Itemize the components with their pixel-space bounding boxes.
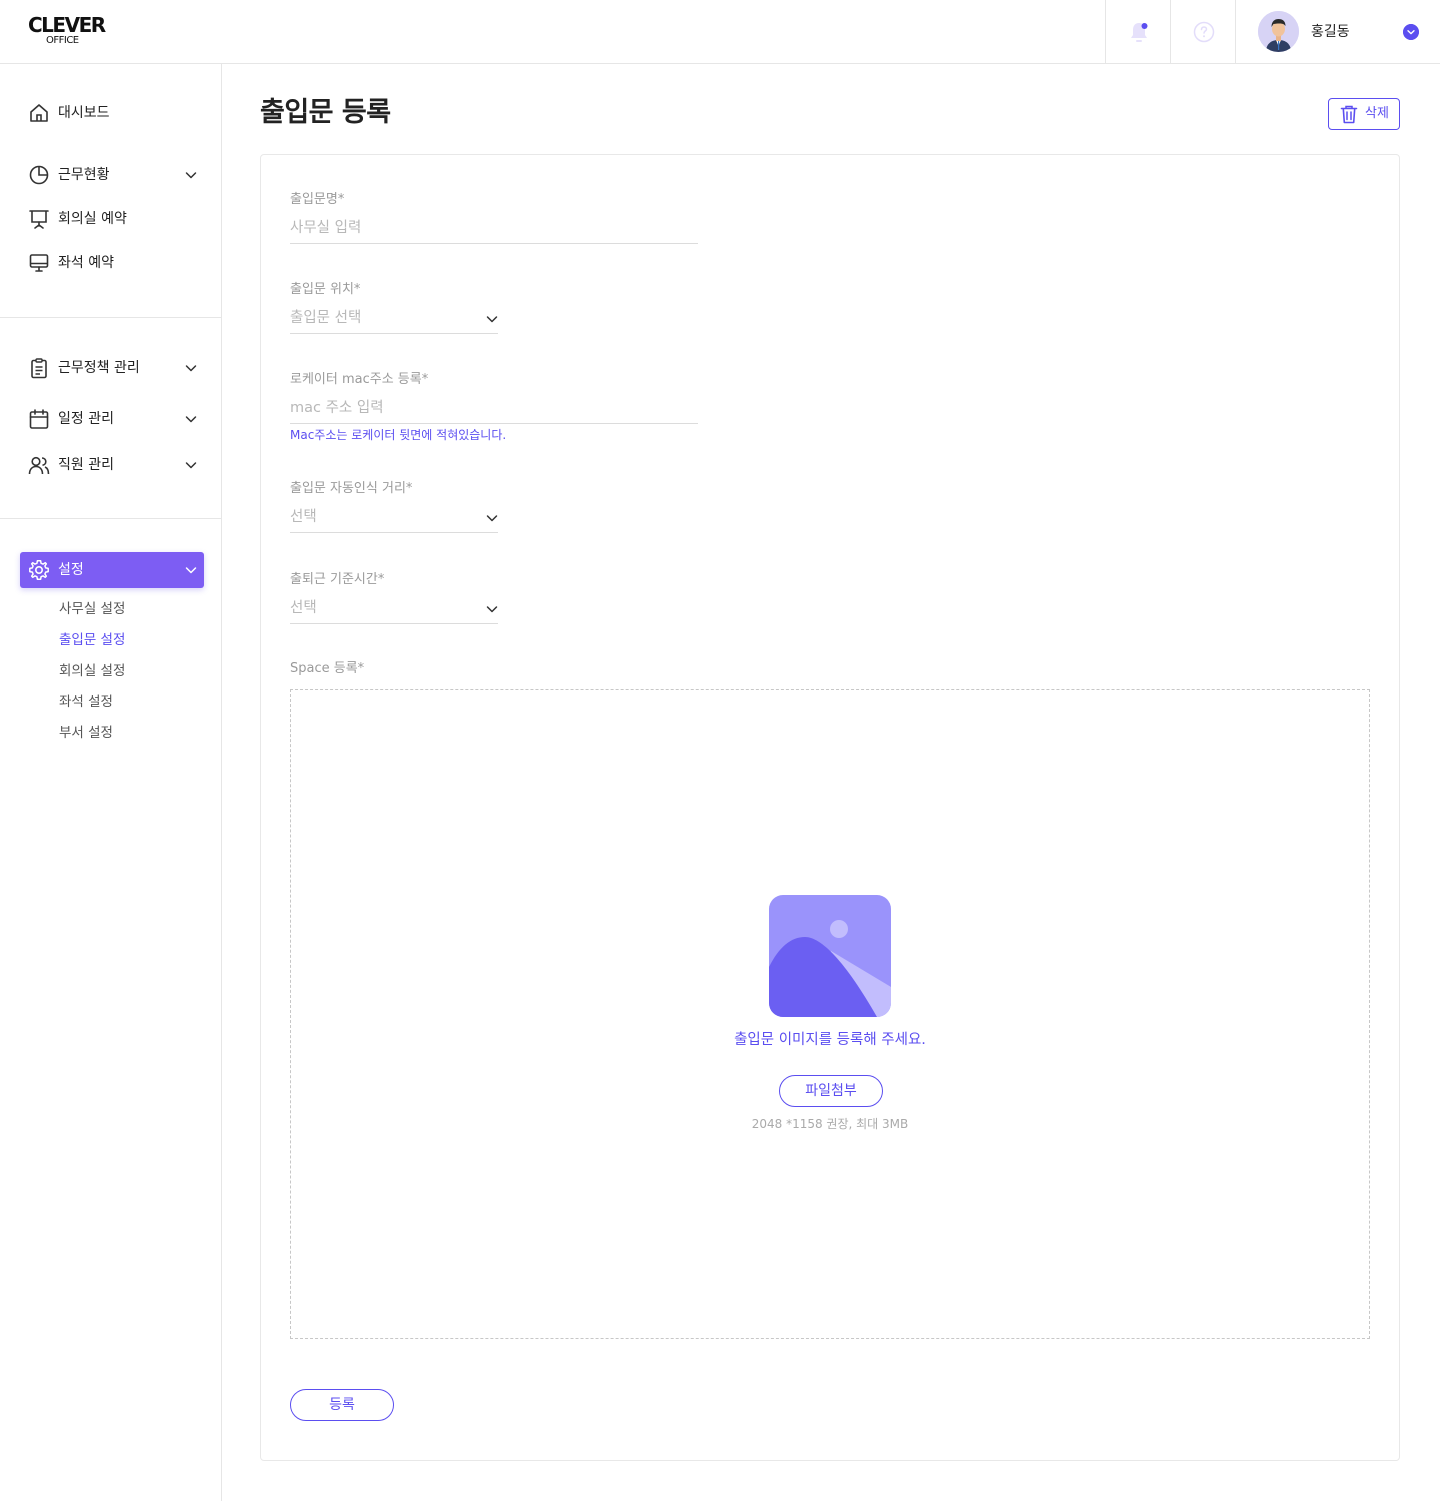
sidebar-item-meeting-room-booking[interactable]: 회의실 예약 <box>20 201 204 237</box>
user-name: 홍길동 <box>1311 24 1350 40</box>
sidebar-subitem-office-settings[interactable]: 사무실 설정 <box>59 599 125 619</box>
sidebar-subitem-seat-settings[interactable]: 좌석 설정 <box>59 692 113 712</box>
users-icon <box>28 456 50 475</box>
door-location-select[interactable]: 출입문 선택 <box>290 304 498 334</box>
chevron-down-icon <box>185 365 197 372</box>
pie-chart-icon <box>29 165 49 185</box>
sidebar-item-label: 회의실 예약 <box>58 211 127 227</box>
sidebar-item-label: 좌석 예약 <box>58 255 114 271</box>
user-menu[interactable]: 홍길동 <box>1235 0 1440 63</box>
sidebar-divider <box>0 317 221 318</box>
attach-file-button[interactable]: 파일첨부 <box>779 1075 883 1107</box>
attach-file-label: 파일첨부 <box>805 1083 857 1099</box>
door-name-input[interactable]: 사무실 입력 <box>290 214 698 244</box>
image-icon <box>769 895 891 1017</box>
door-name-placeholder: 사무실 입력 <box>290 220 362 236</box>
mac-address-placeholder: mac 주소 입력 <box>290 400 384 416</box>
sidebar-subitem-door-settings[interactable]: 출입문 설정 <box>59 630 125 650</box>
dropzone-instruction: 출입문 이미지를 등록해 주세요. <box>734 1032 926 1048</box>
sidebar-subitem-department-settings[interactable]: 부서 설정 <box>59 723 113 743</box>
sidebar-item-work-policy[interactable]: 근무정책 관리 <box>20 350 204 386</box>
space-label: Space 등록* <box>290 661 365 676</box>
sidebar-item-employees[interactable]: 직원 관리 <box>20 447 204 483</box>
sidebar-item-work-status[interactable]: 근무현황 <box>20 157 204 193</box>
trash-icon <box>1340 105 1358 124</box>
chevron-down-icon <box>185 416 197 423</box>
chevron-down-icon <box>486 316 498 323</box>
sidebar-item-label: 근무현황 <box>58 167 110 183</box>
door-name-label: 출입문명* <box>290 192 345 207</box>
chevron-down-icon <box>185 462 197 469</box>
logo-main-text: CLEVER <box>28 13 106 37</box>
logo-sub-text: OFFICE <box>46 35 79 46</box>
commute-base-time-select[interactable]: 선택 <box>290 594 498 624</box>
auto-detect-distance-label: 출입문 자동인식 거리* <box>290 481 413 496</box>
mac-address-label: 로케이터 mac주소 등록* <box>290 372 429 387</box>
avatar-person-icon <box>1258 11 1299 52</box>
chevron-down-icon[interactable] <box>1403 24 1419 40</box>
home-icon <box>30 104 48 122</box>
image-dropzone[interactable]: 출입문 이미지를 등록해 주세요. 파일첨부 2048 *1158 권장, 최대… <box>290 689 1370 1339</box>
avatar <box>1258 11 1299 52</box>
calendar-icon <box>29 409 49 429</box>
door-location-label: 출입문 위치* <box>290 282 361 297</box>
bell-icon <box>1131 23 1148 42</box>
sidebar-item-label: 대시보드 <box>58 105 110 121</box>
delete-button[interactable]: 삭제 <box>1328 98 1400 130</box>
sidebar-subitem-meeting-room-settings[interactable]: 회의실 설정 <box>59 661 125 681</box>
sidebar-item-schedule[interactable]: 일정 관리 <box>20 401 204 437</box>
sidebar-item-settings[interactable]: 설정 <box>20 552 204 588</box>
register-button[interactable]: 등록 <box>290 1389 394 1421</box>
sidebar-item-label: 근무정책 관리 <box>58 360 140 376</box>
page-title: 출입문 등록 <box>260 97 391 128</box>
monitor-icon <box>29 254 49 272</box>
door-location-placeholder: 출입문 선택 <box>290 310 362 326</box>
commute-base-time-label: 출퇴근 기준시간* <box>290 572 385 587</box>
top-header: CLEVER OFFICE 홍길동 <box>0 0 1440 64</box>
sidebar-item-seat-booking[interactable]: 좌석 예약 <box>20 245 204 281</box>
mac-address-input[interactable]: mac 주소 입력 <box>290 394 698 424</box>
chevron-down-icon <box>185 172 197 179</box>
register-button-label: 등록 <box>329 1397 355 1413</box>
presentation-board-icon <box>29 210 49 229</box>
sidebar-divider <box>0 518 221 519</box>
sidebar-item-dashboard[interactable]: 대시보드 <box>20 95 204 131</box>
clipboard-icon <box>31 358 47 379</box>
dropzone-size-note: 2048 *1158 권장, 최대 3MB <box>751 1117 909 1131</box>
sidebar-item-label: 일정 관리 <box>58 411 114 427</box>
help-icon <box>1193 21 1215 43</box>
sidebar: 대시보드 근무현황 회의실 예약 좌석 예약 근무정책 관리 일정 관리 직원 … <box>0 64 222 1501</box>
sidebar-item-label: 직원 관리 <box>58 457 114 473</box>
auto-detect-distance-select[interactable]: 선택 <box>290 503 498 533</box>
help-button[interactable] <box>1170 0 1235 63</box>
logo[interactable]: CLEVER OFFICE <box>28 13 106 48</box>
chevron-down-icon <box>185 567 197 574</box>
sidebar-item-label: 설정 <box>58 562 84 578</box>
auto-detect-distance-placeholder: 선택 <box>290 509 317 525</box>
delete-button-label: 삭제 <box>1365 106 1389 121</box>
chevron-down-icon <box>486 606 498 613</box>
mac-address-hint: Mac주소는 로케이터 뒷면에 적혀있습니다. <box>290 428 507 442</box>
gear-icon <box>29 560 49 580</box>
commute-base-time-placeholder: 선택 <box>290 600 317 616</box>
notification-button[interactable] <box>1105 0 1170 63</box>
chevron-down-icon <box>486 515 498 522</box>
